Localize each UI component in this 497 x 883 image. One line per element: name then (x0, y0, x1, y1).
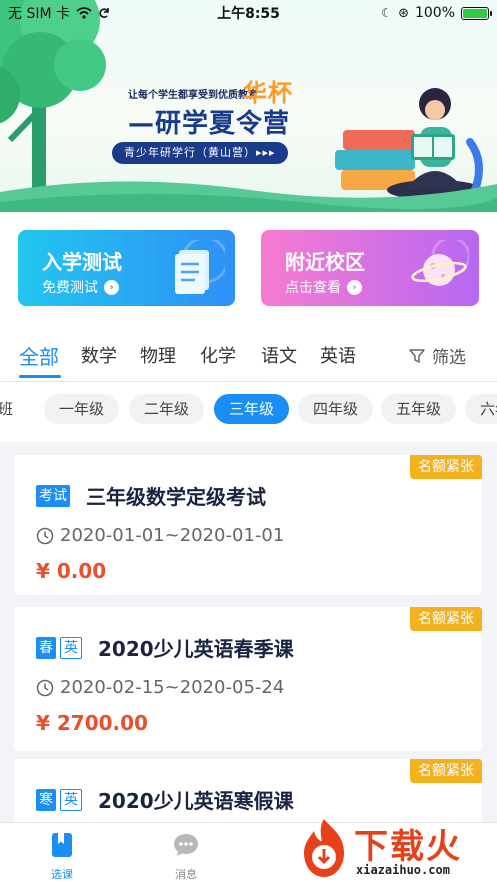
course-title: 2020少儿英语春季课 (98, 637, 294, 661)
course-card[interactable]: 名额紧张 春 英 2020少儿英语春季课 2020-02-15~2020-05-… (14, 607, 482, 751)
course-title: 2020少儿英语寒假课 (98, 789, 294, 813)
filter-icon (409, 348, 425, 363)
document-icon (175, 240, 225, 294)
watermark-url: xiazaihuo.com (356, 863, 450, 877)
planet-icon (411, 240, 469, 286)
grade-chip-1[interactable]: 一年级 (44, 394, 120, 424)
nearby-campus-sub: 点击查看 › (285, 277, 362, 297)
entry-test-title: 入学测试 (42, 250, 122, 274)
course-date-range: 2020-01-01~2020-01-01 (60, 525, 285, 546)
wifi-icon (76, 7, 92, 19)
tab-all[interactable]: 全部 (19, 341, 59, 370)
course-dates: 2020-02-15~2020-05-24 (36, 677, 284, 698)
banner-slogan: 让每个学生都享受到优质教育 (128, 90, 258, 101)
course-price: ¥ 2700.00 (36, 711, 148, 735)
entry-test-subtitle: 免费测试 (42, 280, 98, 296)
course-title: 三年级数学定级考试 (86, 485, 266, 509)
nearby-campus-card[interactable]: 附近校区 点击查看 › (261, 230, 479, 306)
course-tag: 英 (60, 788, 82, 811)
chevron-right-icon: › (104, 279, 119, 295)
clock-icon (36, 527, 54, 544)
chevron-right-icon: › (347, 279, 362, 295)
nav-label-courses: 选课 (51, 868, 73, 881)
filter-button[interactable]: 筛选 (408, 343, 466, 368)
battery-percent: 100% (414, 5, 455, 21)
chat-bubble-icon (174, 834, 198, 856)
availability-badge: 名额紧张 (410, 759, 482, 783)
watermark: 下载火 xiazaihuo.com (292, 815, 497, 883)
tab-physics[interactable]: 物理 (140, 342, 176, 368)
course-dates: 2020-01-01~2020-01-01 (36, 525, 284, 546)
nav-label-messages: 消息 (175, 868, 197, 881)
bookmark-book-icon (52, 833, 72, 857)
flame-logo-icon (304, 819, 344, 877)
course-tag: 考试 (36, 484, 70, 507)
banner-wave (0, 181, 497, 212)
active-tab-indicator (19, 375, 61, 378)
grade-chip-6[interactable]: 六年 (465, 394, 497, 424)
tab-math[interactable]: 数学 (81, 342, 117, 368)
grade-chip-2[interactable]: 二年级 (129, 394, 205, 424)
nav-item-courses[interactable]: 选课 (32, 831, 92, 882)
tabs-divider (0, 381, 497, 382)
rotation-lock-icon: ⊛ (398, 5, 409, 21)
nearby-campus-subtitle: 点击查看 (285, 280, 341, 296)
promo-banner[interactable]: 让每个学生都享受到优质教育 华杯 —研学夏令营 青少年研学行（黄山营）▸▸▸ (0, 0, 497, 212)
nearby-campus-title: 附近校区 (285, 250, 365, 274)
tree-illustration (0, 0, 106, 190)
entry-test-card[interactable]: 入学测试 免费测试 › (18, 230, 235, 306)
course-header: 寒 英 2020少儿英语寒假课 (36, 785, 294, 814)
nav-item-messages[interactable]: 消息 (156, 831, 216, 882)
tab-chinese[interactable]: 语文 (261, 342, 297, 368)
moon-icon: ☾ (381, 6, 393, 20)
status-bar: 无 SIM 卡 上午8:55 ☾ ⊛ 100% (0, 0, 497, 26)
grade-chip-5[interactable]: 五年级 (381, 394, 457, 424)
tab-chemistry[interactable]: 化学 (200, 342, 236, 368)
course-tag: 英 (60, 636, 82, 659)
course-tag: 春 (36, 636, 56, 659)
course-card[interactable]: 名额紧张 考试 三年级数学定级考试 2020-01-01~2020-01-01 … (14, 455, 482, 595)
course-tag: 寒 (36, 788, 56, 811)
entry-test-sub: 免费测试 › (42, 277, 119, 297)
banner-ribbon: 青少年研学行（黄山营）▸▸▸ (112, 142, 288, 164)
grade-chip-3[interactable]: 三年级 (214, 394, 290, 424)
battery-icon (461, 6, 492, 20)
clock-icon (36, 679, 54, 696)
availability-badge: 名额紧张 (410, 455, 482, 479)
grade-chip-partial[interactable]: 班 (0, 394, 15, 424)
filter-label: 筛选 (432, 348, 466, 368)
watermark-text: 下载火 (354, 827, 462, 867)
course-price: ¥ 0.00 (36, 559, 107, 583)
carrier-label: 无 SIM 卡 (8, 6, 70, 22)
grade-chip-4[interactable]: 四年级 (298, 394, 374, 424)
tab-english[interactable]: 英语 (320, 342, 356, 368)
grade-filter: 班 一年级 二年级 三年级 四年级 五年级 六年 (0, 394, 497, 426)
course-header: 春 英 2020少儿英语春季课 (36, 633, 294, 662)
status-time: 上午8:55 (217, 6, 280, 22)
course-header: 考试 三年级数学定级考试 (36, 481, 266, 510)
availability-badge: 名额紧张 (410, 607, 482, 631)
subject-tabs: 全部 数学 物理 化学 语文 英语 筛选 (0, 330, 497, 380)
sync-icon (99, 8, 109, 18)
banner-headline: —研学夏令营 (128, 109, 291, 139)
course-date-range: 2020-02-15~2020-05-24 (60, 677, 285, 698)
